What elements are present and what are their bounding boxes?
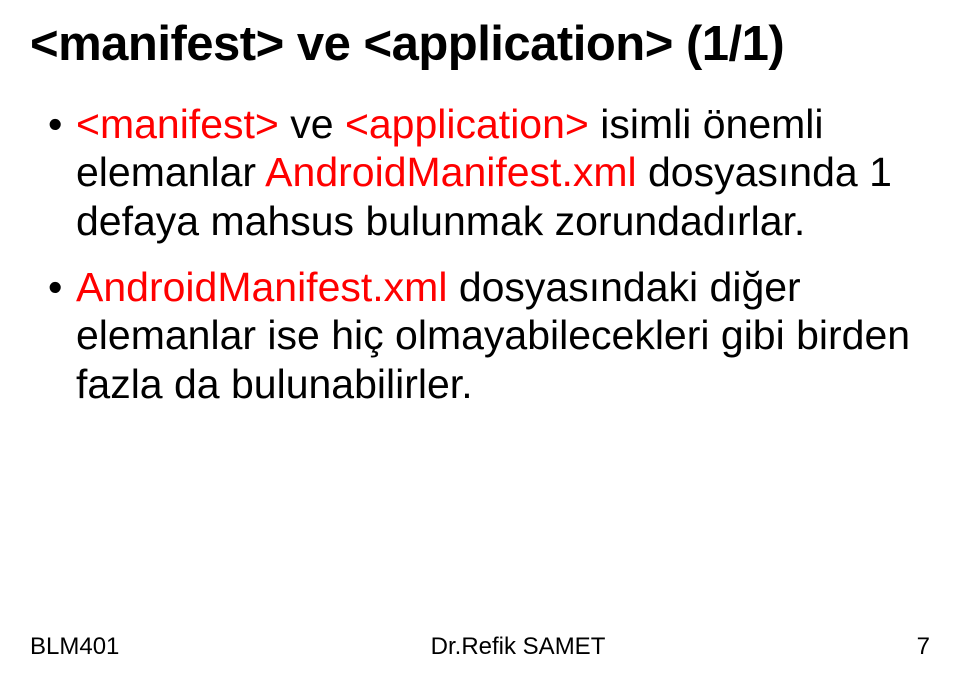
body-text: ve xyxy=(290,101,345,147)
slide: <manifest> ve <application> (1/1) <manif… xyxy=(0,0,960,675)
bullet-2: AndroidManifest.xml dosyasındaki diğer e… xyxy=(48,263,930,408)
slide-title: <manifest> ve <application> (1/1) xyxy=(30,18,930,72)
highlight-text: <manifest> xyxy=(76,101,290,147)
highlight-text: <application> xyxy=(345,101,600,147)
footer-author: Dr.Refik SAMET xyxy=(119,633,916,661)
bullet-1: <manifest> ve <application> isimli öneml… xyxy=(48,100,930,245)
footer-page-number: 7 xyxy=(917,633,930,661)
highlight-text: AndroidManifest.xml xyxy=(76,264,459,310)
slide-content: <manifest> ve <application> isimli öneml… xyxy=(30,100,930,408)
highlight-text: AndroidManifest.xml xyxy=(265,149,648,195)
slide-footer: BLM401 Dr.Refik SAMET 7 xyxy=(30,633,930,661)
footer-course-code: BLM401 xyxy=(30,633,119,661)
